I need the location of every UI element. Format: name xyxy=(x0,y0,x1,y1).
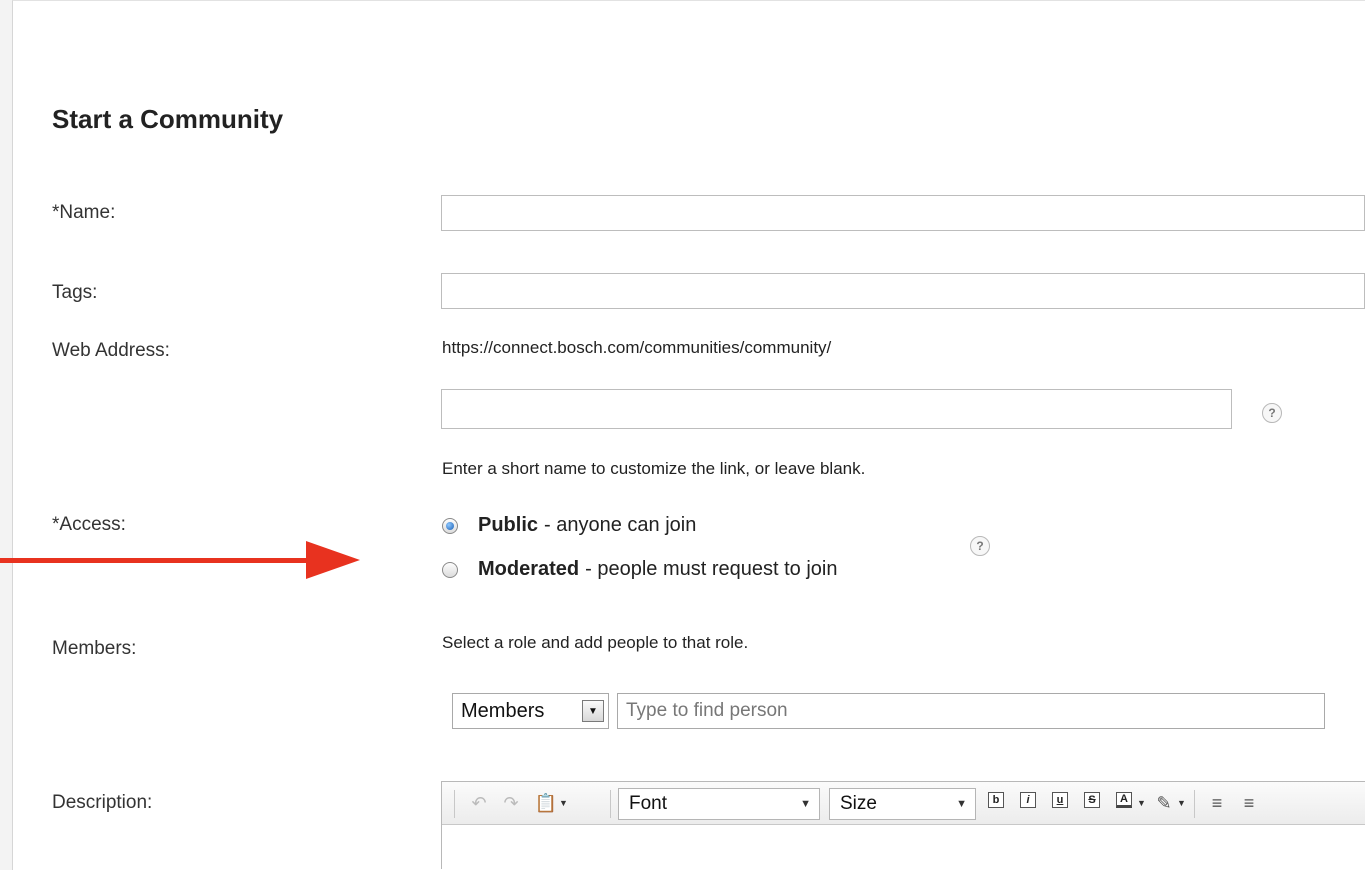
members-hint: Select a role and add people to that rol… xyxy=(442,633,749,652)
web-address-hint: Enter a short name to customize the link… xyxy=(442,459,866,478)
role-select[interactable]: Members ▼ xyxy=(452,693,609,729)
access-option-moderated[interactable]: Moderated - people must request to join xyxy=(442,558,838,581)
moderated-radio[interactable] xyxy=(442,561,458,578)
annotation-arrow-line xyxy=(0,558,312,563)
moderated-option-desc: - people must request to join xyxy=(585,558,838,580)
role-select-value: Members xyxy=(461,699,545,722)
paste-dropdown-icon[interactable]: ▼ xyxy=(559,798,568,808)
italic-icon[interactable]: i xyxy=(1020,792,1036,808)
align-left-icon[interactable]: ≡ xyxy=(1206,792,1228,814)
public-option-desc: - anyone can join xyxy=(544,514,697,536)
name-input[interactable] xyxy=(441,195,1365,231)
description-label: Description: xyxy=(52,792,153,813)
name-label: *Name: xyxy=(52,202,116,223)
web-address-input[interactable] xyxy=(441,389,1232,429)
toolbar-separator xyxy=(454,790,455,818)
public-option-title: Public xyxy=(478,514,539,536)
size-select[interactable]: Size ▼ xyxy=(829,788,976,820)
web-address-prefix: https://connect.bosch.com/communities/co… xyxy=(442,338,832,357)
person-search-input[interactable] xyxy=(617,693,1325,729)
font-color-icon[interactable]: A xyxy=(1116,792,1132,808)
access-label: *Access: xyxy=(52,514,126,535)
chevron-down-icon[interactable]: ▼ xyxy=(582,700,604,722)
underline-icon[interactable]: u xyxy=(1052,792,1068,808)
tags-label: Tags: xyxy=(52,282,98,303)
highlight-icon[interactable]: ✎ xyxy=(1153,792,1175,814)
paste-icon[interactable]: 📋 xyxy=(534,792,558,814)
font-select[interactable]: Font ▼ xyxy=(618,788,820,820)
access-option-public[interactable]: Public - anyone can join xyxy=(442,514,696,537)
editor-toolbar: ↶ ↷ 📋 ▼ Font ▼ Size ▼ b i u S A ▼ ✎ ▼ ≡ … xyxy=(442,782,1365,825)
undo-icon[interactable]: ↶ xyxy=(468,792,490,814)
public-radio[interactable] xyxy=(442,517,458,534)
access-help-icon[interactable]: ? xyxy=(970,536,990,556)
font-color-dropdown-icon[interactable]: ▼ xyxy=(1137,798,1146,808)
web-address-label: Web Address: xyxy=(52,340,170,361)
description-editor[interactable]: ↶ ↷ 📋 ▼ Font ▼ Size ▼ b i u S A ▼ ✎ ▼ ≡ … xyxy=(441,781,1365,869)
tags-input[interactable] xyxy=(441,273,1365,309)
size-select-label: Size xyxy=(840,793,877,814)
font-select-label: Font xyxy=(629,793,668,814)
size-dropdown-icon: ▼ xyxy=(956,798,967,810)
redo-icon[interactable]: ↷ xyxy=(500,792,522,814)
bold-icon[interactable]: b xyxy=(988,792,1004,808)
moderated-option-title: Moderated xyxy=(478,558,580,580)
strikethrough-icon[interactable]: S xyxy=(1084,792,1100,808)
page-title: Start a Community xyxy=(52,104,284,134)
annotation-arrow-head xyxy=(306,541,360,579)
align-center-icon[interactable]: ≡ xyxy=(1238,792,1260,814)
toolbar-separator xyxy=(1194,790,1195,818)
font-dropdown-icon: ▼ xyxy=(800,798,811,810)
members-label: Members: xyxy=(52,638,137,659)
toolbar-separator xyxy=(610,790,611,818)
highlight-dropdown-icon[interactable]: ▼ xyxy=(1177,798,1186,808)
web-address-help-icon[interactable]: ? xyxy=(1262,403,1282,423)
